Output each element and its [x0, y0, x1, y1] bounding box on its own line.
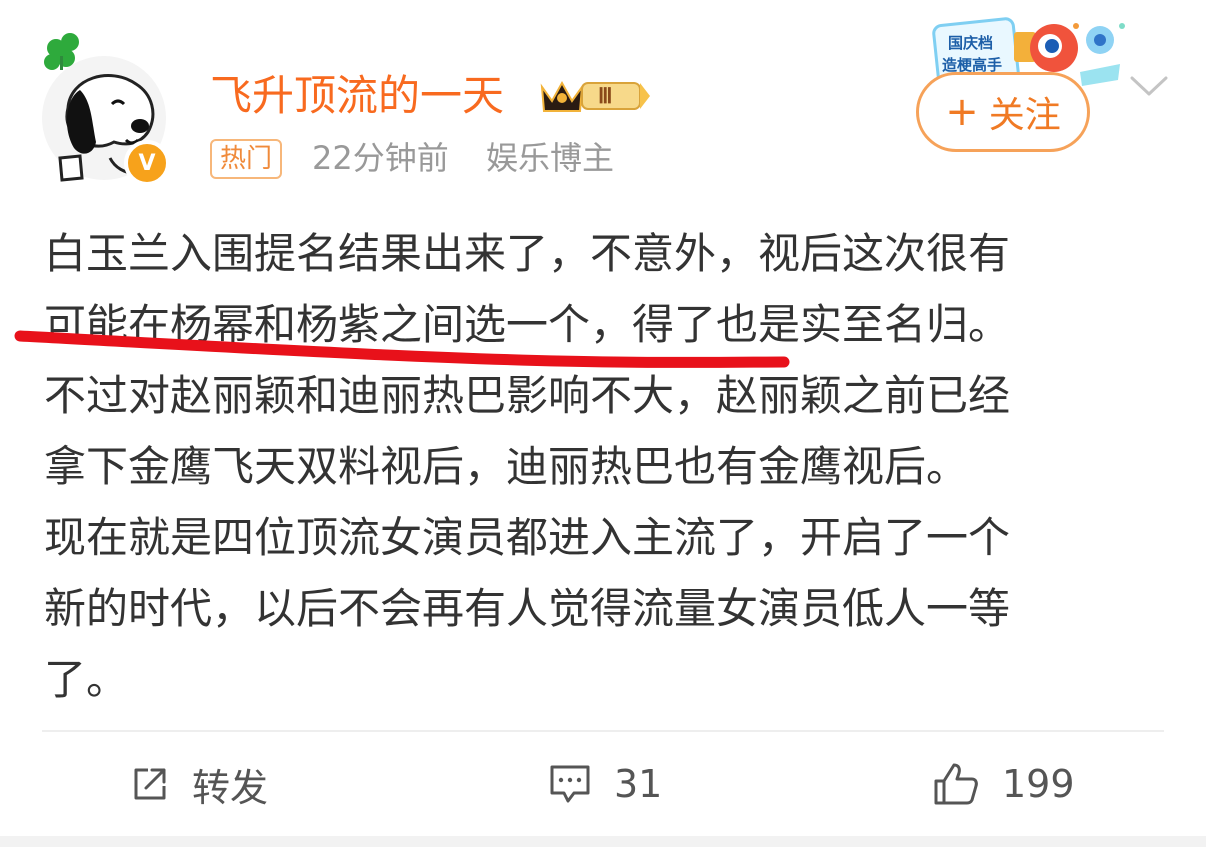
post-line: 白玉兰入围提名结果出来了，不意外，视后这次很有 [44, 229, 1011, 278]
bottom-separator [0, 836, 1206, 847]
author-category: 娱乐博主 [486, 139, 615, 177]
like-count: 199 [1002, 762, 1075, 806]
thumbs-up-icon [934, 763, 978, 805]
hot-tag: 热门 [210, 139, 283, 179]
divider [42, 730, 1164, 732]
svg-text:国庆档: 国庆档 [948, 34, 993, 52]
follow-label: 关注 [988, 95, 1061, 136]
comment-count: 31 [614, 762, 663, 806]
repost-label: 转发 [192, 765, 269, 810]
post-line: 拿下金鹰飞天双料视后，迪丽热巴也有金鹰视后。 [44, 442, 969, 491]
post-time: 22分钟前 [312, 139, 449, 177]
post-line: 新的时代，以后不会再有人觉得流量女演员低人一等 [44, 584, 1011, 633]
like-button[interactable]: 199 [932, 748, 1075, 820]
share-icon [134, 768, 166, 800]
post-content: 白玉兰入围提名结果出来了，不意外，视后这次很有 可能在杨幂和杨紫之间选一个，得了… [44, 218, 1174, 715]
plus-icon: + [945, 89, 979, 135]
verified-v-icon: V [124, 140, 170, 186]
crown-level-badge-icon[interactable]: Ⅲ [536, 71, 652, 117]
repost-button[interactable]: 转发 [130, 748, 268, 820]
level-badge-text: Ⅲ [598, 84, 612, 108]
comment-button[interactable]: 31 [548, 748, 662, 820]
follow-button[interactable]: + 关注 [916, 72, 1090, 152]
post-line: 了。 [44, 655, 129, 704]
red-underline-annotation [14, 330, 790, 368]
chevron-down-icon[interactable] [1128, 70, 1170, 100]
comment-icon [550, 765, 590, 803]
author-name[interactable]: 飞升顶流的一天 [210, 66, 504, 126]
post-line: 现在就是四位顶流女演员都进入主流了，开启了一个 [44, 513, 1011, 562]
